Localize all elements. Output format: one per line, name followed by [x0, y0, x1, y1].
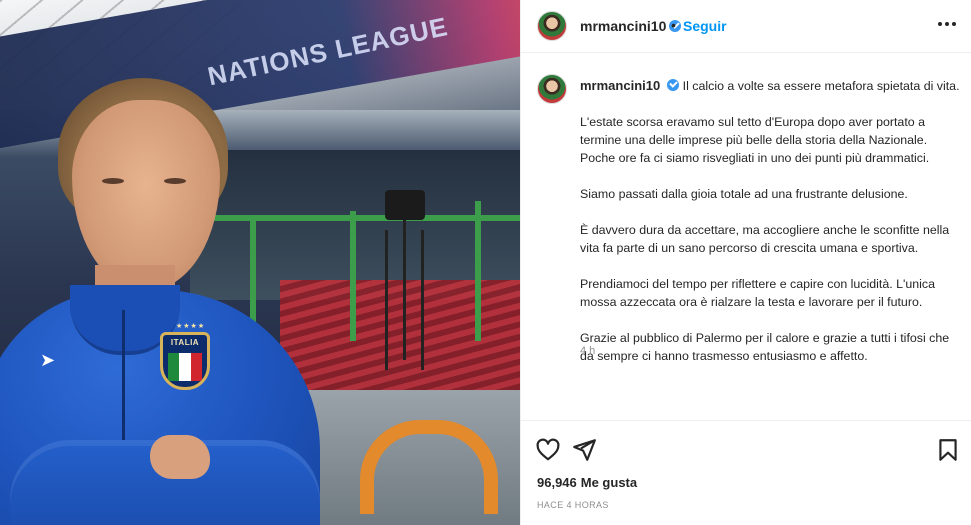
actions-bar: 96,946 Me gusta HACE 4 HORAS — [521, 420, 971, 525]
caption-paragraph: È davvero dura da accettare, ma accoglie… — [580, 223, 950, 255]
caption-paragraph: Prendiamoci del tempo per riflettere e c… — [580, 277, 935, 309]
likes-count[interactable]: 96,946 Me gusta — [537, 475, 637, 490]
face — [72, 100, 220, 290]
stars-icon: ★★★★ — [176, 323, 206, 330]
username[interactable]: mrmancini10 — [580, 18, 666, 34]
verified-badge-icon — [667, 79, 680, 91]
more-options-icon[interactable] — [935, 12, 959, 36]
puma-logo-icon: ➤ — [40, 350, 56, 370]
post-header: mrmancini10 • Seguir — [521, 0, 971, 53]
post-photo[interactable]: NATIONS LEAGUE ➤ ★★★★ ITALIA — [0, 0, 520, 525]
caption-paragraph: Siamo passati dalla gioia totale ad una … — [580, 187, 908, 201]
send-icon[interactable] — [571, 437, 597, 463]
caption-text: mrmancini10 Il calcio a volte sa essere … — [580, 77, 960, 365]
separator-dot: • — [671, 17, 676, 33]
coach-figure: ➤ ★★★★ ITALIA — [0, 60, 330, 525]
italia-crest: ITALIA — [160, 332, 210, 390]
post-panel: mrmancini10 • Seguir mrmancini10 Il calc… — [520, 0, 971, 525]
caption-avatar[interactable] — [537, 74, 567, 104]
header-username-wrap[interactable]: mrmancini10 — [580, 18, 682, 36]
caption-username[interactable]: mrmancini10 — [580, 78, 660, 93]
follow-button[interactable]: Seguir — [683, 18, 727, 34]
caption-paragraph: Grazie al pubblico di Palermo per il cal… — [580, 331, 950, 363]
likes-number: 96,946 — [537, 475, 577, 490]
caption-paragraph: L'estate scorsa eravamo sul tetto d'Euro… — [580, 115, 930, 165]
heart-icon[interactable] — [535, 437, 561, 463]
hand — [150, 435, 210, 479]
bookmark-icon[interactable] — [935, 437, 961, 463]
avatar[interactable] — [537, 11, 567, 41]
caption-area: mrmancini10 Il calcio a volte sa essere … — [521, 53, 971, 420]
tv-camera — [375, 190, 435, 360]
caption-relative-time[interactable]: 4 h — [580, 345, 595, 357]
caption-first-line: Il calcio a volte sa essere metafora spi… — [682, 79, 960, 93]
post-timestamp: HACE 4 HORAS — [537, 500, 609, 510]
likes-label: Me gusta — [580, 475, 638, 490]
